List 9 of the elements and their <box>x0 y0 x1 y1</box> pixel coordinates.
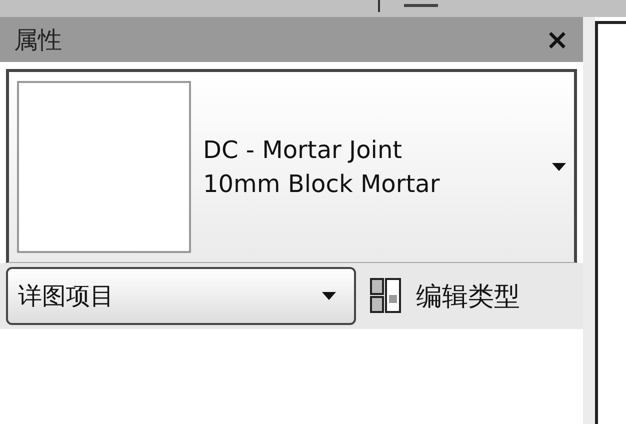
panel-title: 属性 <box>14 24 62 56</box>
edit-type-button[interactable]: 编辑类型 <box>370 278 520 314</box>
close-button[interactable]: × <box>546 26 569 54</box>
caret-icon <box>552 163 566 171</box>
type-name: 10mm Block Mortar <box>203 169 441 200</box>
grid-icon <box>370 278 402 314</box>
type-selector[interactable]: DC - Mortar Joint 10mm Block Mortar <box>6 69 577 263</box>
family-name: DC - Mortar Joint <box>203 135 404 166</box>
filter-dropdown[interactable]: 详图项目 <box>6 267 356 325</box>
